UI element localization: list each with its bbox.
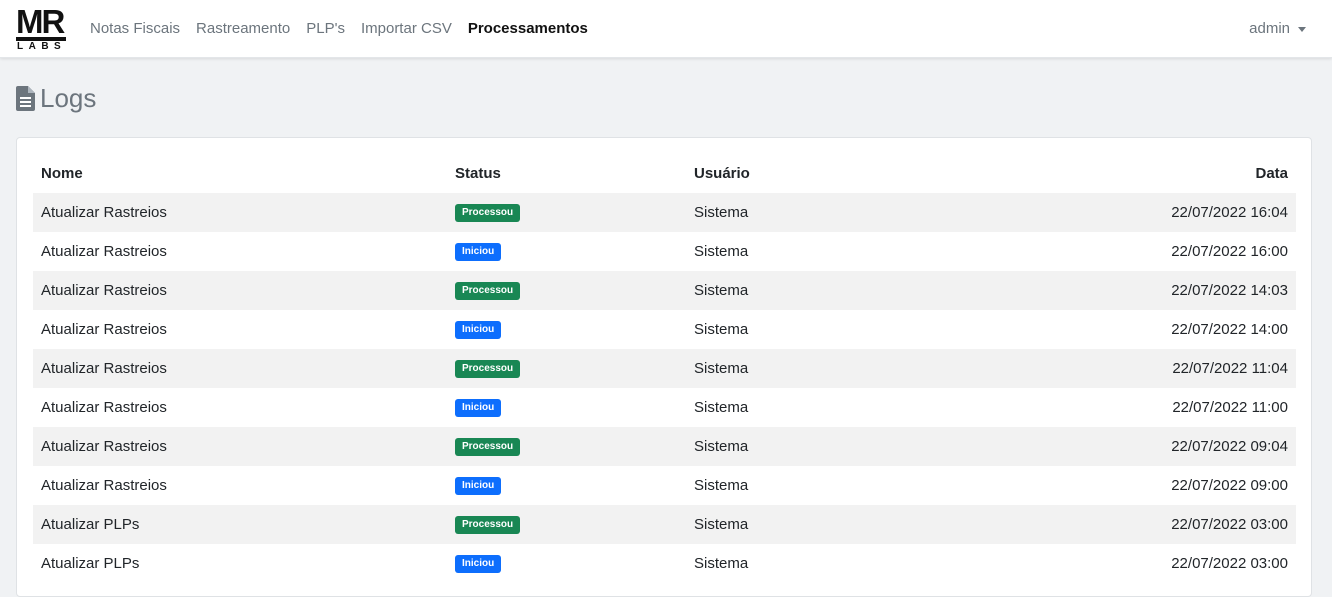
- cell-status: Iniciou: [447, 466, 686, 505]
- page-title: Logs: [16, 82, 96, 114]
- nav-link-importar-csv[interactable]: Importar CSV: [353, 18, 460, 40]
- cell-status: Processou: [447, 271, 686, 310]
- top-navbar: MR LABS Notas Fiscais Rastreamento PLP's…: [0, 0, 1332, 58]
- status-badge: Processou: [455, 203, 521, 222]
- cell-data: 22/07/2022 14:00: [1171, 321, 1288, 338]
- cell-status: Processou: [447, 427, 686, 466]
- cell-data: 22/07/2022 11:00: [1172, 399, 1288, 416]
- cell-usuario: Sistema: [694, 516, 749, 533]
- page-title-text: Logs: [40, 83, 97, 113]
- brand-labs-text: LABS: [17, 41, 67, 52]
- table-body: Atualizar Rastreios Processou Sistema 22/07…: [33, 193, 1296, 583]
- cell-usuario: Sistema: [694, 360, 749, 377]
- status-badge: Processou: [455, 281, 521, 300]
- cell-status: Iniciou: [447, 310, 686, 349]
- header-usuario[interactable]: Usuário: [686, 154, 900, 193]
- cell-data: 22/07/2022 16:04: [1171, 204, 1288, 221]
- cell-nome: Atualizar Rastreios: [41, 399, 167, 416]
- cell-status: Processou: [447, 349, 686, 388]
- cell-data: 22/07/2022 14:03: [1171, 282, 1288, 299]
- status-badge: Iniciou: [455, 398, 502, 417]
- header-status[interactable]: Status: [447, 154, 686, 193]
- nav-link-rastreamento[interactable]: Rastreamento: [188, 18, 298, 40]
- cell-status: Processou: [447, 193, 686, 232]
- cell-usuario: Sistema: [694, 438, 749, 455]
- header-nome[interactable]: Nome: [33, 154, 447, 193]
- cell-data: 22/07/2022 09:00: [1171, 477, 1288, 494]
- chevron-down-icon: [1298, 26, 1306, 32]
- cell-status: Processou: [447, 505, 686, 544]
- user-name: admin: [1249, 20, 1290, 37]
- table-row[interactable]: Atualizar Rastreios Iniciou Sistema 22/07/2…: [33, 310, 1296, 349]
- logs-table: Nome Status Usuário Data Atualizar Rastr…: [33, 154, 1296, 583]
- file-lines-icon: [16, 85, 35, 111]
- cell-usuario: Sistema: [694, 282, 749, 299]
- nav-links: Notas Fiscais Rastreamento PLP's Importa…: [82, 18, 596, 40]
- cell-nome: Atualizar Rastreios: [41, 204, 167, 221]
- table-row[interactable]: Atualizar PLPs Processou Sistema 22/07/2022…: [33, 505, 1296, 544]
- cell-data: 22/07/2022 03:00: [1171, 555, 1288, 572]
- cell-usuario: Sistema: [694, 477, 749, 494]
- brand-mr-text: MR: [16, 3, 65, 40]
- status-badge: Iniciou: [455, 554, 502, 573]
- cell-status: Iniciou: [447, 388, 686, 427]
- status-badge: Processou: [455, 359, 521, 378]
- cell-data: 22/07/2022 16:00: [1171, 243, 1288, 260]
- cell-status: Iniciou: [447, 232, 686, 271]
- cell-usuario: Sistema: [694, 555, 749, 572]
- cell-data: 22/07/2022 11:04: [1172, 360, 1288, 377]
- status-badge: Iniciou: [455, 476, 502, 495]
- table-row[interactable]: Atualizar Rastreios Iniciou Sistema 22/07/2…: [33, 388, 1296, 427]
- cell-nome: Atualizar Rastreios: [41, 438, 167, 455]
- cell-nome: Atualizar Rastreios: [41, 360, 167, 377]
- table-row[interactable]: Atualizar Rastreios Processou Sistema 22/07…: [33, 271, 1296, 310]
- brand-logo[interactable]: MR LABS: [16, 3, 68, 53]
- cell-data: 22/07/2022 09:04: [1171, 438, 1288, 455]
- cell-status: Iniciou: [447, 544, 686, 583]
- nav-link-plps[interactable]: PLP's: [298, 18, 353, 40]
- cell-nome: Atualizar Rastreios: [41, 477, 167, 494]
- table-row[interactable]: Atualizar Rastreios Processou Sistema 22/07…: [33, 349, 1296, 388]
- header-data[interactable]: Data: [900, 154, 1296, 193]
- table-row[interactable]: Atualizar Rastreios Iniciou Sistema 22/07/2…: [33, 466, 1296, 505]
- cell-data: 22/07/2022 03:00: [1171, 516, 1288, 533]
- cell-usuario: Sistema: [694, 399, 749, 416]
- table-row[interactable]: Atualizar Rastreios Iniciou Sistema 22/07/2…: [33, 232, 1296, 271]
- cell-nome: Atualizar PLPs: [41, 516, 140, 533]
- cell-usuario: Sistema: [694, 204, 749, 221]
- user-menu-dropdown[interactable]: admin: [1249, 18, 1306, 40]
- table-row[interactable]: Atualizar Rastreios Processou Sistema 22/07…: [33, 193, 1296, 232]
- status-badge: Processou: [455, 515, 521, 534]
- status-badge: Iniciou: [455, 242, 502, 261]
- status-badge: Iniciou: [455, 320, 502, 339]
- cell-usuario: Sistema: [694, 321, 749, 338]
- cell-nome: Atualizar Rastreios: [41, 243, 167, 260]
- table-row[interactable]: Atualizar Rastreios Processou Sistema 22/07…: [33, 427, 1296, 466]
- cell-nome: Atualizar Rastreios: [41, 321, 167, 338]
- table-header-row: Nome Status Usuário Data: [33, 154, 1296, 193]
- nav-link-processamentos[interactable]: Processamentos: [460, 18, 596, 40]
- logs-card: Nome Status Usuário Data Atualizar Rastr…: [16, 137, 1312, 597]
- nav-link-notas-fiscais[interactable]: Notas Fiscais: [82, 18, 188, 40]
- cell-nome: Atualizar Rastreios: [41, 282, 167, 299]
- table-row[interactable]: Atualizar PLPs Iniciou Sistema 22/07/2022 0…: [33, 544, 1296, 583]
- cell-nome: Atualizar PLPs: [41, 555, 140, 572]
- status-badge: Processou: [455, 437, 521, 456]
- cell-usuario: Sistema: [694, 243, 749, 260]
